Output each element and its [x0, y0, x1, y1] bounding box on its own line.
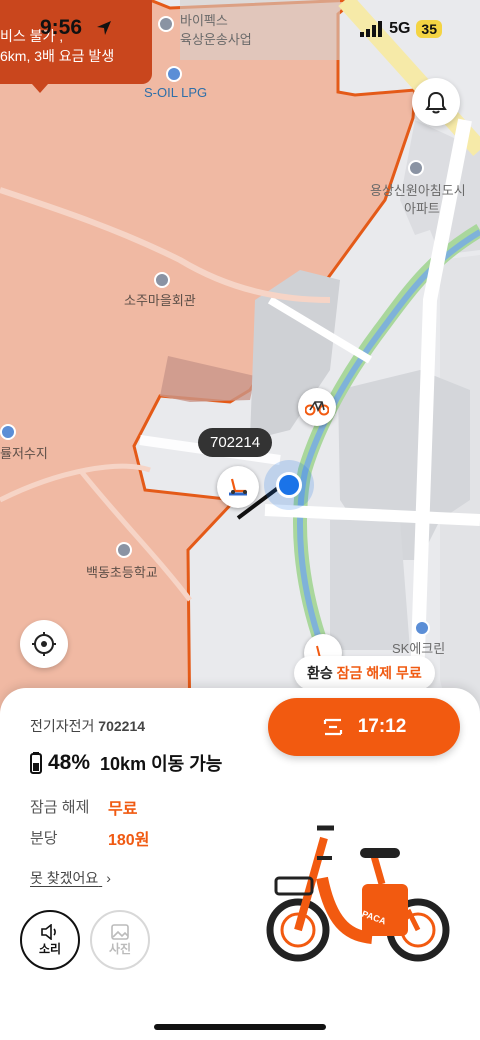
vehicle-type: 전기자전거 — [30, 718, 95, 734]
transfer-badge: 환승 잠금 해제 무료 — [294, 656, 435, 690]
scooter-icon — [229, 478, 247, 496]
vehicle-id-bubble: 702214 — [198, 428, 273, 457]
unlock-fee-label: 잠금 해제 — [30, 799, 90, 816]
map-label-reservoir: 률저수지 — [0, 446, 48, 461]
sound-button[interactable]: 소리 — [20, 910, 80, 970]
locate-me-button[interactable] — [20, 620, 68, 668]
per-minute-label: 분당 — [30, 830, 58, 847]
speaker-icon — [41, 923, 56, 940]
e-bike-image: ALPACA — [266, 825, 450, 962]
transfer-highlight: 잠금 해제 무료 — [336, 665, 422, 681]
unlock-fee-value: 무료 — [108, 801, 138, 818]
bike-pin[interactable] — [298, 388, 336, 426]
battery-row: 48% 10km 이동 가능 — [30, 750, 222, 776]
battery-icon — [30, 752, 42, 774]
photo-label: 사진 — [108, 941, 132, 956]
vehicle-title: 전기자전거 702214 — [30, 716, 145, 736]
status-time: 9:56 — [40, 16, 83, 39]
cant-find-link[interactable]: 못 찾겠어요 › — [30, 868, 111, 888]
ride-timer-button[interactable]: 17:12 — [268, 698, 460, 756]
map-label-soil: S-OIL LPG — [144, 85, 208, 100]
bell-icon — [425, 91, 447, 114]
my-location-dot — [276, 472, 302, 498]
transfer-prefix: 환승 — [307, 665, 337, 681]
map-label-sk: SK에크린 — [392, 641, 446, 656]
map-base — [0, 0, 480, 740]
building-icon — [158, 16, 174, 32]
sk-gas-icon — [414, 620, 430, 636]
per-minute-value: 180원 — [108, 832, 150, 849]
apartment-icon — [408, 160, 424, 176]
map-view[interactable]: 바이펙스 육상운송사업 S-OIL LPG 용상신원아침도시 아파트 소주마을회… — [0, 0, 480, 740]
network-type: 5G — [389, 20, 411, 37]
home-indicator — [154, 1024, 326, 1030]
ride-timer-label: 17:12 — [357, 716, 407, 737]
map-label-biopex-2: 육상운송사업 — [180, 32, 252, 47]
zone-notice-tooltip[interactable]: 비스 불가 , 6km, 3배 요금 발생 — [0, 0, 152, 84]
map-label-school: 백동초등학교 — [86, 565, 158, 580]
hall-icon — [154, 272, 170, 288]
menu-lines-icon — [323, 718, 342, 736]
bicycle-icon — [305, 401, 329, 416]
location-arrow-icon — [96, 20, 112, 41]
chevron-right-icon: › — [106, 870, 111, 886]
selected-scooter-pin[interactable] — [217, 466, 259, 508]
cant-find-label: 못 찾겠어요 — [30, 870, 99, 886]
notification-button[interactable] — [412, 78, 460, 126]
crosshair-icon — [32, 632, 56, 656]
map-label-apartment: 용상신원아침도시 — [370, 183, 466, 198]
image-icon — [111, 923, 129, 940]
notice-tail — [32, 84, 48, 93]
status-right: 5G 35 — [359, 20, 442, 38]
battery-percent: 48% — [48, 751, 91, 774]
vehicle-id: 702214 — [98, 718, 146, 734]
school-icon — [116, 542, 132, 558]
battery-level: 35 — [416, 20, 442, 38]
reservoir-icon — [0, 424, 16, 440]
map-label-hall: 소주마을회관 — [124, 293, 196, 308]
map-label-apartment-2: 아파트 — [404, 201, 440, 216]
sound-label: 소리 — [38, 941, 62, 956]
gas-station-icon — [166, 66, 182, 82]
notice-line-2: 6km, 3배 요금 발생 — [0, 48, 115, 64]
signal-icon — [360, 21, 383, 37]
range-text: 10km 이동 가능 — [100, 754, 223, 774]
map-label-biopex: 바이펙스 — [180, 13, 228, 28]
photo-button[interactable]: 사진 — [90, 910, 150, 970]
